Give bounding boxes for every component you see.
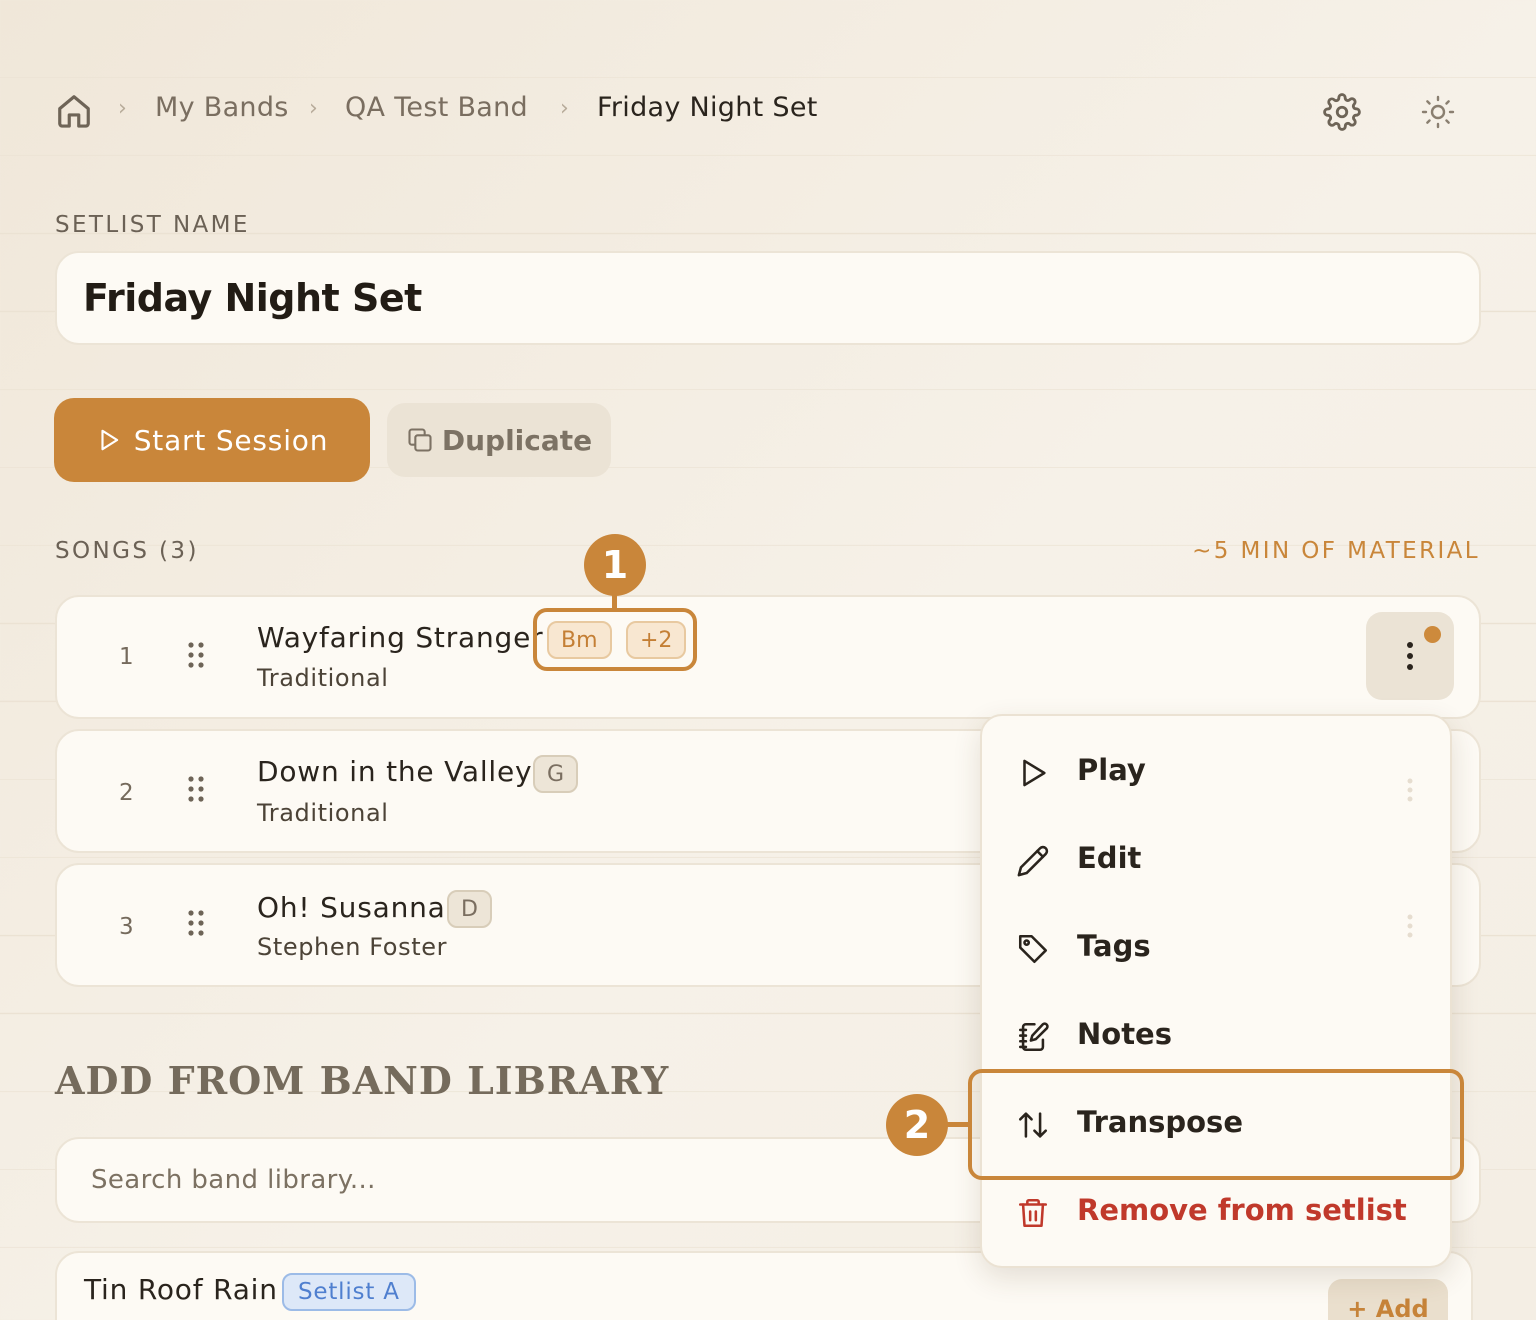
song-number: 1 — [119, 644, 134, 670]
setlist-name-label: SETLIST NAME — [55, 212, 250, 238]
song-artist: Traditional — [257, 664, 389, 692]
library-heading: ADD FROM BAND LIBRARY — [55, 1058, 670, 1103]
menu-item-label: Play — [1077, 753, 1146, 787]
menu-item-label: Edit — [1077, 841, 1142, 875]
song-title: Down in the Valley — [257, 755, 533, 788]
sun-theme-icon[interactable] — [1420, 94, 1456, 130]
breadcrumb-band[interactable]: QA Test Band — [345, 92, 528, 123]
songs-count-label: SONGS (3) — [55, 538, 199, 564]
menu-item-play[interactable]: Play — [982, 729, 1450, 817]
duplicate-button[interactable]: Duplicate — [387, 403, 611, 477]
material-duration: ~5 MIN OF MATERIAL — [1192, 538, 1480, 564]
annotation-connector — [946, 1122, 970, 1127]
annotation-marker: 2 — [886, 1094, 948, 1156]
key-badge: G — [533, 755, 579, 793]
play-icon — [101, 429, 118, 451]
tag-icon — [1018, 934, 1048, 964]
song-number: 3 — [119, 914, 134, 940]
annotation-marker: 1 — [584, 534, 646, 596]
trash-icon — [1018, 1198, 1048, 1228]
menu-item-edit[interactable]: Edit — [982, 817, 1450, 905]
drag-handle-icon[interactable] — [187, 909, 205, 937]
drag-handle-icon[interactable] — [187, 641, 205, 669]
menu-item-label: Remove from setlist — [1077, 1193, 1407, 1227]
more-vertical-icon — [1407, 778, 1413, 802]
song-artist: Stephen Foster — [257, 933, 448, 961]
breadcrumb-current: Friday Night Set — [597, 92, 818, 123]
song-title: Oh! Susanna — [257, 891, 446, 924]
menu-item-label: Tags — [1077, 929, 1151, 963]
annotation-highlight-box — [968, 1069, 1464, 1180]
setlist-name-input[interactable]: Friday Night Set — [55, 251, 1481, 345]
duplicate-label: Duplicate — [441, 423, 593, 457]
home-icon[interactable] — [55, 92, 93, 130]
menu-item-remove[interactable]: Remove from setlist — [982, 1169, 1450, 1257]
more-vertical-icon — [1407, 914, 1413, 938]
settings-gear-icon[interactable] — [1323, 93, 1361, 131]
setlist-badge: Setlist A — [282, 1273, 416, 1311]
play-icon — [1023, 759, 1046, 787]
breadcrumb-separator: › — [118, 96, 127, 121]
notebook-icon — [1018, 1022, 1049, 1052]
more-vertical-icon — [1407, 642, 1413, 670]
song-menu-button[interactable] — [1366, 612, 1454, 700]
start-session-button[interactable]: Start Session — [54, 398, 370, 482]
drag-handle-icon[interactable] — [187, 775, 205, 803]
copy-icon — [408, 428, 432, 452]
song-row[interactable]: 1 Wayfaring Stranger Traditional Bm +2 — [55, 595, 1481, 719]
pencil-icon — [1017, 845, 1049, 877]
key-badge: D — [447, 890, 492, 928]
menu-item-notes[interactable]: Notes — [982, 993, 1450, 1081]
menu-item-label: Notes — [1077, 1017, 1172, 1051]
breadcrumb-my-bands[interactable]: My Bands — [155, 92, 289, 123]
song-title: Wayfaring Stranger — [257, 621, 544, 654]
annotation-highlight-box — [533, 608, 697, 671]
breadcrumb-separator: › — [560, 96, 569, 121]
song-artist: Traditional — [257, 799, 389, 827]
breadcrumb-separator: › — [309, 96, 318, 121]
library-item-title: Tin Roof Rain — [84, 1273, 278, 1306]
add-song-button[interactable]: + Add — [1328, 1279, 1448, 1320]
menu-item-tags[interactable]: Tags — [982, 905, 1450, 993]
start-session-label: Start Session — [133, 423, 329, 457]
notification-dot — [1424, 626, 1441, 643]
song-context-menu: Play Edit Tags Notes Transpose Remove fr… — [980, 714, 1452, 1268]
song-number: 2 — [119, 780, 134, 806]
